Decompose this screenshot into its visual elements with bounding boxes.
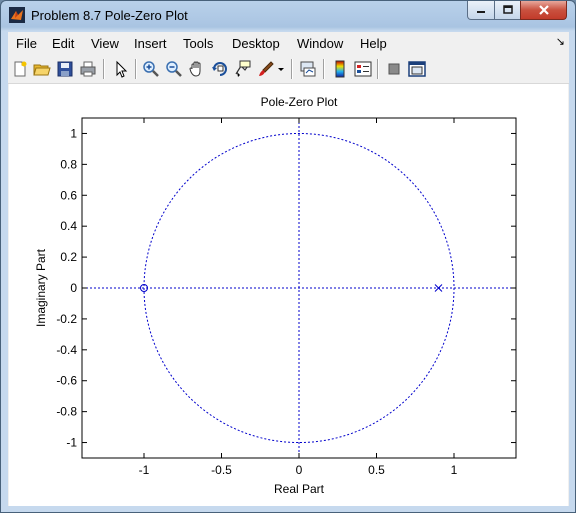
x-tick-label: -0.5 xyxy=(211,463,232,477)
figure-window: Problem 8.7 Pole-Zero Plot File Edit Vie… xyxy=(0,0,576,513)
toolbar-separator xyxy=(103,59,105,79)
figure-client-area: File Edit View Insert Tools Desktop Wind… xyxy=(8,32,569,506)
y-tick-label: 0.6 xyxy=(60,188,77,202)
menu-desktop[interactable]: Desktop xyxy=(232,36,280,51)
x-tick-label: 0 xyxy=(296,463,303,477)
menu-edit[interactable]: Edit xyxy=(52,36,74,51)
legend-icon[interactable] xyxy=(354,60,372,78)
menu-tools[interactable]: Tools xyxy=(183,36,213,51)
y-tick-label: -0.8 xyxy=(56,405,77,419)
open-file-icon[interactable] xyxy=(33,60,51,78)
pointer-icon[interactable] xyxy=(112,60,130,78)
x-tick-label: -1 xyxy=(139,463,150,477)
close-icon xyxy=(538,5,549,15)
data-cursor-icon[interactable] xyxy=(234,60,252,78)
figure-canvas: -1 -0.5 0 0.5 1 -1 -0.8 -0.6 -0.4 -0.2 0 0.2 0.4 0.6… xyxy=(9,84,568,506)
menu-help[interactable]: Help xyxy=(360,36,387,51)
figure-toolbar xyxy=(8,55,569,84)
y-tick-label: 0 xyxy=(70,281,77,295)
pan-icon[interactable] xyxy=(188,60,206,78)
rotate-3d-icon[interactable] xyxy=(211,60,229,78)
zoom-out-icon[interactable] xyxy=(165,60,183,78)
x-tick-label: 0.5 xyxy=(368,463,385,477)
y-tick-label: 1 xyxy=(70,126,77,140)
y-tick-label: -0.4 xyxy=(56,343,77,357)
close-button[interactable] xyxy=(520,1,567,20)
menu-file[interactable]: File xyxy=(16,36,37,51)
menu-dock-arrow-icon[interactable]: ↘ xyxy=(556,35,565,48)
menu-view[interactable]: View xyxy=(91,36,119,51)
pole-zero-plot: -1 -0.5 0 0.5 1 -1 -0.8 -0.6 -0.4 -0.2 0 0.2 0.4 0.6… xyxy=(34,95,517,496)
y-tick-label: 0.4 xyxy=(60,219,77,233)
hide-plot-tools-icon[interactable] xyxy=(385,60,403,78)
new-figure-icon[interactable] xyxy=(11,60,29,78)
chart-title: Pole-Zero Plot xyxy=(261,95,338,109)
colorbar-icon[interactable] xyxy=(331,60,349,78)
brush-dropdown-icon[interactable] xyxy=(276,60,286,78)
maximize-icon xyxy=(502,5,513,14)
maximize-button[interactable] xyxy=(494,1,521,20)
menu-window[interactable]: Window xyxy=(297,36,343,51)
brush-icon[interactable] xyxy=(257,60,275,78)
y-tick-label: -1 xyxy=(66,436,77,450)
y-tick-label: 0.2 xyxy=(60,250,77,264)
y-tick-label: -0.2 xyxy=(56,312,77,326)
save-icon[interactable] xyxy=(56,60,74,78)
link-plot-icon[interactable] xyxy=(299,60,317,78)
toolbar-separator xyxy=(291,59,293,79)
toolbar-separator xyxy=(135,59,137,79)
title-bar[interactable]: Problem 8.7 Pole-Zero Plot xyxy=(1,1,575,31)
y-axis-label: Imaginary Part xyxy=(34,248,48,327)
print-icon[interactable] xyxy=(79,60,97,78)
y-tick-label: 0.8 xyxy=(60,157,77,171)
zoom-in-icon[interactable] xyxy=(142,60,160,78)
menu-bar: File Edit View Insert Tools Desktop Wind… xyxy=(8,32,569,54)
minimize-button[interactable] xyxy=(467,1,495,20)
show-plot-tools-icon[interactable] xyxy=(408,60,426,78)
x-tick-label: 1 xyxy=(451,463,458,477)
toolbar-separator xyxy=(377,59,379,79)
x-axis-label: Real Part xyxy=(274,482,325,496)
y-tick-label: -0.6 xyxy=(56,374,77,388)
menu-insert[interactable]: Insert xyxy=(134,36,167,51)
window-title: Problem 8.7 Pole-Zero Plot xyxy=(31,8,188,23)
minimize-icon xyxy=(477,11,485,13)
matlab-logo-icon xyxy=(9,7,25,23)
toolbar-separator xyxy=(323,59,325,79)
